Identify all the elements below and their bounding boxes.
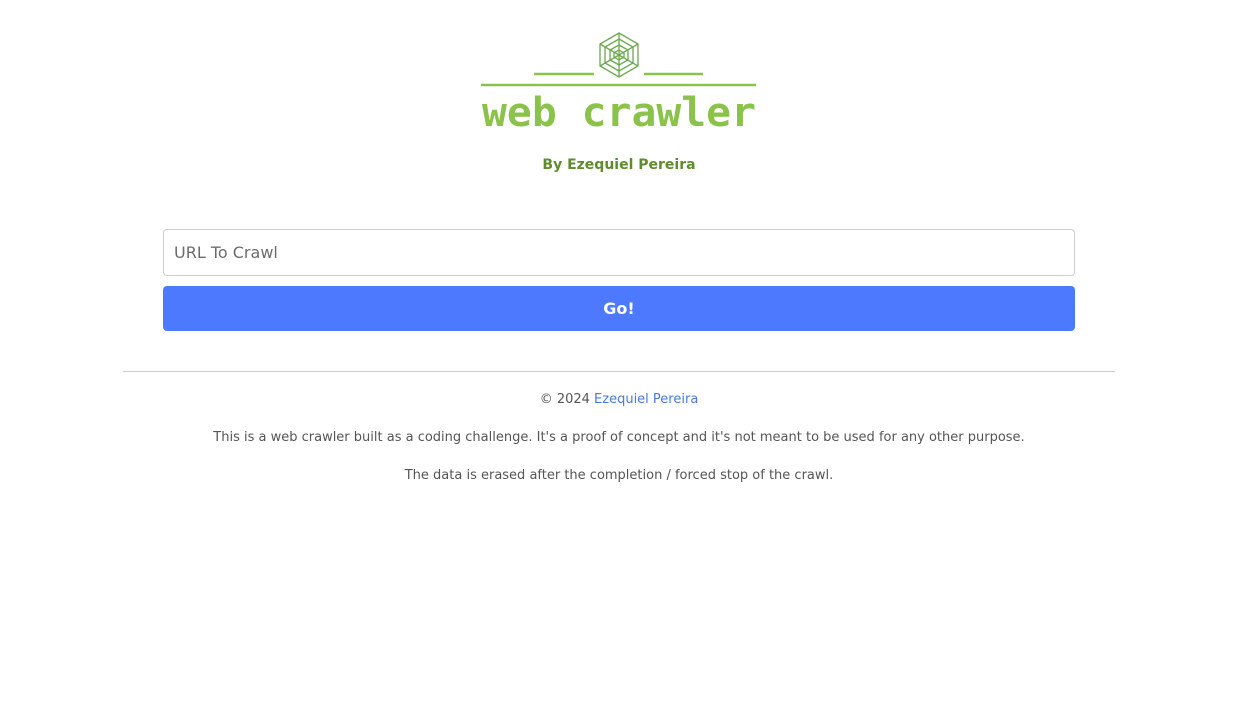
author-link[interactable]: Ezequiel Pereira bbox=[594, 392, 698, 407]
copyright: © 2024 Ezequiel Pereira bbox=[0, 392, 1238, 407]
url-input[interactable] bbox=[163, 229, 1075, 276]
author-byline: By Ezequiel Pereira bbox=[542, 157, 696, 173]
go-button[interactable]: Go! bbox=[163, 286, 1075, 331]
logo-wordmark: web crawler bbox=[482, 90, 756, 132]
data-erase-note: The data is erased after the completion … bbox=[404, 468, 834, 483]
disclaimer-text: This is a web crawler built as a coding … bbox=[213, 430, 1025, 445]
web-crawler-logo: web crawler bbox=[479, 30, 759, 136]
copyright-text: © 2024 bbox=[539, 392, 590, 407]
page: web crawler By Ezequiel Pereira Go! © 20… bbox=[0, 0, 1238, 718]
spider-web-icon bbox=[599, 32, 639, 78]
divider bbox=[123, 371, 1115, 372]
